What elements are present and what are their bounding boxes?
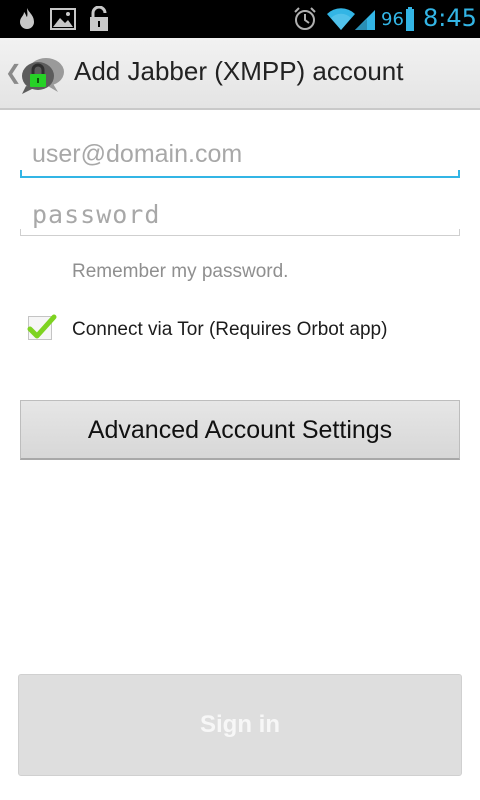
action-bar: ❮ Add Jabber (XMPP) account [0,38,480,110]
status-bar: 96 8:45 [0,0,480,38]
remember-password-label[interactable]: Remember my password. [72,261,288,283]
page-title: Add Jabber (XMPP) account [74,56,404,86]
password-input[interactable] [20,192,460,236]
clock: 8:45 [423,4,477,32]
signal-icon [352,0,378,38]
unlock-icon [87,0,111,38]
battery-level: 96 [381,9,404,30]
password-underline [20,229,460,236]
username-underline [20,170,460,178]
battery-icon [406,7,414,31]
advanced-settings-button[interactable]: Advanced Account Settings [20,400,460,460]
chat-bubble-lock-icon[interactable] [18,54,66,98]
tor-label[interactable]: Connect via Tor (Requires Orbot app) [72,319,387,341]
checkmark-icon[interactable] [24,312,60,344]
alarm-icon [292,0,318,38]
image-icon [50,0,76,38]
fire-icon [14,0,40,38]
username-input[interactable] [20,132,460,176]
sign-in-button[interactable]: Sign in [18,674,462,776]
